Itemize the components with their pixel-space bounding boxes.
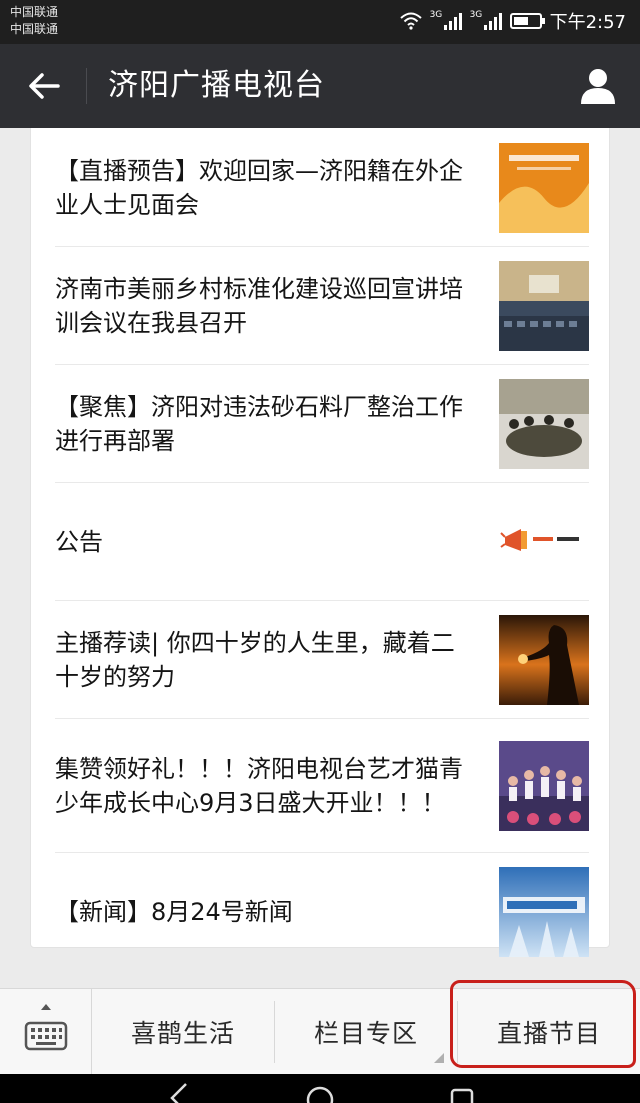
menu-item-xique-life[interactable]: 喜鹊生活 xyxy=(92,989,274,1075)
carrier-info: 中国联通 中国联通 xyxy=(10,4,58,38)
article-item-4[interactable]: 公告 xyxy=(55,483,589,601)
signal-icon-1: 3G xyxy=(429,10,462,30)
red-highlight-annotation xyxy=(450,980,636,1068)
article-thumbnail xyxy=(499,740,589,831)
article-thumbnail xyxy=(499,378,589,469)
arrow-left-icon xyxy=(29,73,60,99)
article-item-7[interactable]: 【新闻】8月24号新闻 xyxy=(55,853,589,971)
title-divider xyxy=(86,68,87,104)
title-bar: 济阳广播电视台 xyxy=(0,44,640,128)
article-item-1[interactable]: 【直播预告】欢迎回家—济阳籍在外企业人士见面会 xyxy=(55,129,589,247)
carrier-2: 中国联通 xyxy=(10,22,59,36)
article-item-6[interactable]: 集赞领好礼！！！济阳电视台艺才猫青少年成长中心9月3日盛大开业！！！ xyxy=(55,719,589,853)
nav-recent-icon[interactable] xyxy=(442,1074,482,1103)
status-bar: 中国联通 中国联通 3G 3G 下午2:57 xyxy=(0,0,640,44)
clock: 下午2:57 xyxy=(549,12,626,33)
article-title: 【直播预告】欢迎回家—济阳籍在外企业人士见面会 xyxy=(55,156,463,219)
submenu-indicator-icon xyxy=(434,1053,444,1063)
system-nav-bar xyxy=(0,1074,640,1103)
article-title: 【聚焦】济阳对违法砂石料厂整治工作进行再部署 xyxy=(55,392,463,455)
signal-icon-2: 3G xyxy=(469,10,502,30)
article-thumbnail xyxy=(499,260,589,351)
article-title: 济南市美丽乡村标准化建设巡回宣讲培训会议在我县召开 xyxy=(55,274,463,337)
page-title: 济阳广播电视台 xyxy=(108,68,325,103)
article-title: 【新闻】8月24号新闻 xyxy=(55,898,293,926)
keyboard-icon xyxy=(24,1004,68,1051)
person-icon xyxy=(581,69,615,104)
profile-button[interactable] xyxy=(576,64,620,108)
article-title: 主播荐读| 你四十岁的人生里，藏着二十岁的努力 xyxy=(55,628,455,691)
news-thumbnail xyxy=(499,867,589,957)
nav-home-icon[interactable] xyxy=(300,1074,340,1103)
nav-back-icon[interactable] xyxy=(158,1074,198,1103)
network-type-1: 3G xyxy=(429,10,443,20)
article-list-area[interactable]: 【直播预告】欢迎回家—济阳籍在外企业人士见面会 济南市美丽乡村标准化建设巡回宣讲… xyxy=(0,128,640,988)
article-item-2[interactable]: 济南市美丽乡村标准化建设巡回宣讲培训会议在我县召开 xyxy=(55,247,589,365)
article-item-5[interactable]: 主播荐读| 你四十岁的人生里，藏着二十岁的努力 xyxy=(55,601,589,719)
article-item-3[interactable]: 【聚焦】济阳对违法砂石料厂整治工作进行再部署 xyxy=(55,365,589,483)
carrier-1: 中国联通 xyxy=(10,5,59,19)
article-title: 公告 xyxy=(55,527,103,556)
article-card: 【直播预告】欢迎回家—济阳籍在外企业人士见面会 济南市美丽乡村标准化建设巡回宣讲… xyxy=(30,128,610,957)
menu-item-column-zone[interactable]: 栏目专区 xyxy=(275,989,457,1075)
keyboard-toggle-button[interactable] xyxy=(0,989,92,1075)
back-button[interactable] xyxy=(22,64,66,108)
network-type-2: 3G xyxy=(469,10,483,20)
wifi-icon xyxy=(399,12,422,30)
article-title: 集赞领好礼！！！济阳电视台艺才猫青少年成长中心9月3日盛大开业！！！ xyxy=(55,754,463,817)
battery-icon xyxy=(509,13,545,29)
article-thumbnail xyxy=(499,614,589,705)
announcement-thumbnail xyxy=(499,496,589,587)
article-thumbnail xyxy=(499,142,589,233)
